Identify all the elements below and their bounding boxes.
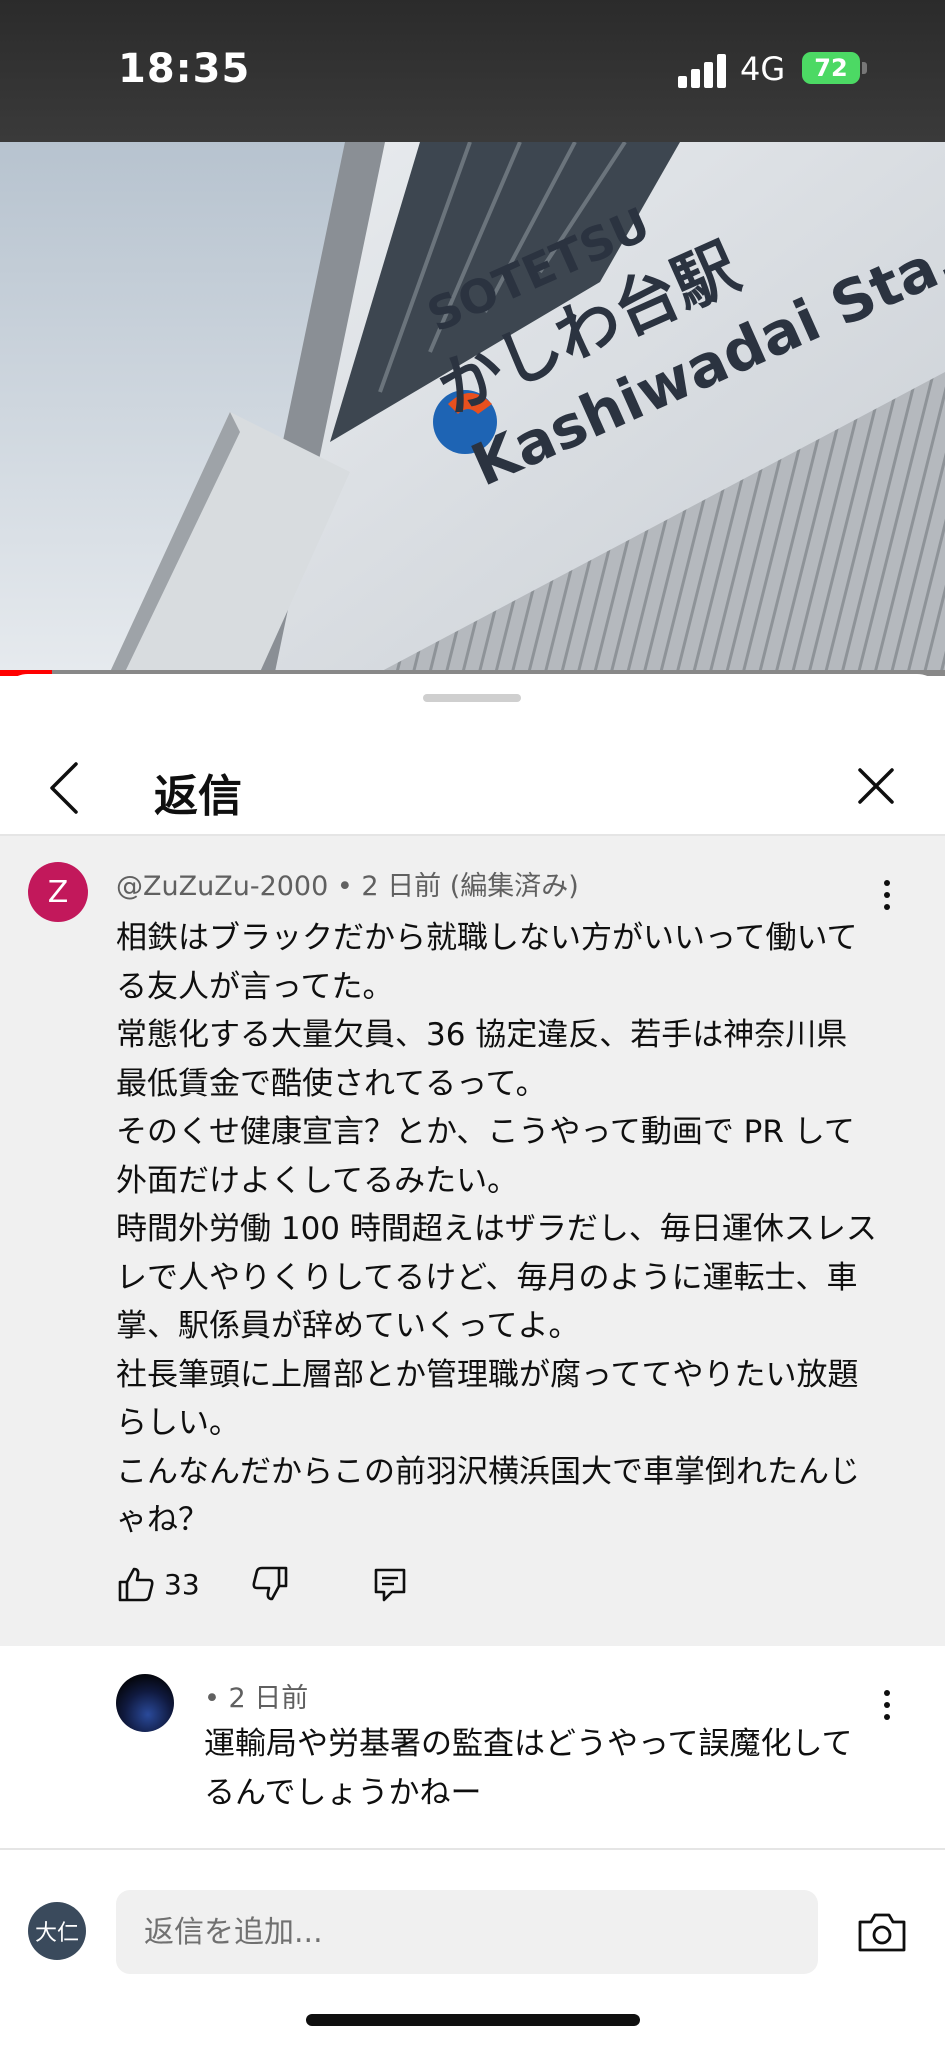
reply-comment: • 2 日前 運輸局や労基署の監査はどうやって誤魔化して るんでしょうかねー <box>0 1646 945 1866</box>
thumbs-up-icon <box>118 1567 154 1602</box>
more-options-button[interactable] <box>872 880 902 916</box>
back-button[interactable] <box>40 760 88 816</box>
status-bar: 18:35 4G 72 <box>0 0 945 142</box>
comment-line: 外面だけよくしてるみたい。 <box>116 1162 519 1199</box>
reply-composer: 大仁 <box>0 1850 945 1974</box>
comment-line: 常態化する大量欠員、36 協定違反、若手は神奈川県 <box>116 1017 848 1053</box>
like-count: 33 <box>164 1568 200 1601</box>
battery-icon: 72 <box>802 52 860 84</box>
close-icon <box>858 768 894 804</box>
status-time: 18:35 <box>118 46 251 92</box>
comment-line: ゃね？ <box>116 1502 209 1538</box>
avatar[interactable] <box>116 1674 174 1732</box>
dislike-button[interactable] <box>250 1564 290 1604</box>
reply-line: 運輸局や労基署の監査はどうやって誤魔化して <box>204 1726 853 1762</box>
comment-line: 掌、駅係員が辞めていくってよ。 <box>116 1308 580 1344</box>
drag-handle[interactable] <box>423 694 521 702</box>
comment-line: 社長筆頭に上層部とか管理職が腐っててやりたい放題 <box>116 1356 859 1393</box>
like-button[interactable] <box>116 1564 156 1604</box>
sheet-header: 返信 <box>0 734 945 834</box>
avatar-letter: Z <box>47 874 69 910</box>
comment-line: 最低賃金で酷使されてるって。 <box>116 1065 547 1102</box>
reply-input[interactable] <box>116 1890 818 1974</box>
reply-button[interactable] <box>370 1564 410 1604</box>
comment-line: 相鉄はブラックだから就職しない方がいいって働いて <box>116 920 858 956</box>
avatar: 大仁 <box>28 1902 86 1960</box>
comment-line: こんなんだからこの前羽沢横浜国大で車掌倒れたんじ <box>116 1453 860 1490</box>
reply-text: 運輸局や労基署の監査はどうやって誤魔化して るんでしょうかねー <box>204 1720 853 1817</box>
comment-line: る友人が言ってた。 <box>116 968 394 1005</box>
avatar-text: 大仁 <box>34 1921 79 1946</box>
camera-icon <box>858 1913 906 1952</box>
reply-line: るんでしょうかねー <box>204 1774 482 1811</box>
comment-meta: @ZuZuZu-2000 • 2 日前 (編集済み) <box>116 871 579 902</box>
chevron-left-icon <box>50 762 78 814</box>
comment-line: 時間外労働 100 時間超えはザラだし、毎日運休スレス <box>116 1211 877 1247</box>
thumbs-down-icon <box>252 1566 288 1601</box>
comment-actions: 33 <box>116 1564 616 1614</box>
battery-cap <box>862 62 867 74</box>
comment-reply-icon <box>374 1568 406 1602</box>
close-button[interactable] <box>852 762 900 810</box>
replies-sheet: 返信 Z @ZuZuZu-2000 • 2 日前 (編集済み) 相鉄はブラックだ… <box>0 674 945 2048</box>
camera-button[interactable] <box>856 1910 908 1954</box>
comment-text: 相鉄はブラックだから就職しない方がいいって働いて る友人が言ってた。 常態化する… <box>116 914 896 1545</box>
avatar[interactable]: Z <box>28 862 88 922</box>
home-indicator[interactable] <box>306 2014 640 2026</box>
parent-comment: Z @ZuZuZu-2000 • 2 日前 (編集済み) 相鉄はブラックだから就… <box>0 836 945 1646</box>
network-type: 4G <box>740 50 786 88</box>
battery-level: 72 <box>814 54 848 82</box>
comment-line: レで人やりくりしてるけど、毎月のように運転士、車 <box>116 1259 858 1296</box>
video-frame-image: SOTETSU かしわ台駅 Kashiwadai Sta. <box>0 142 945 672</box>
more-options-button[interactable] <box>872 1690 902 1726</box>
page-title: 返信 <box>154 771 242 822</box>
reply-meta: • 2 日前 <box>204 1683 309 1714</box>
video-player[interactable]: SOTETSU かしわ台駅 Kashiwadai Sta. <box>0 142 945 672</box>
signal-icon <box>678 52 728 88</box>
comment-line: そのくせ健康宣言？とか、こうやって動画で PR して <box>116 1114 855 1150</box>
comment-line: らしい。 <box>116 1405 240 1441</box>
